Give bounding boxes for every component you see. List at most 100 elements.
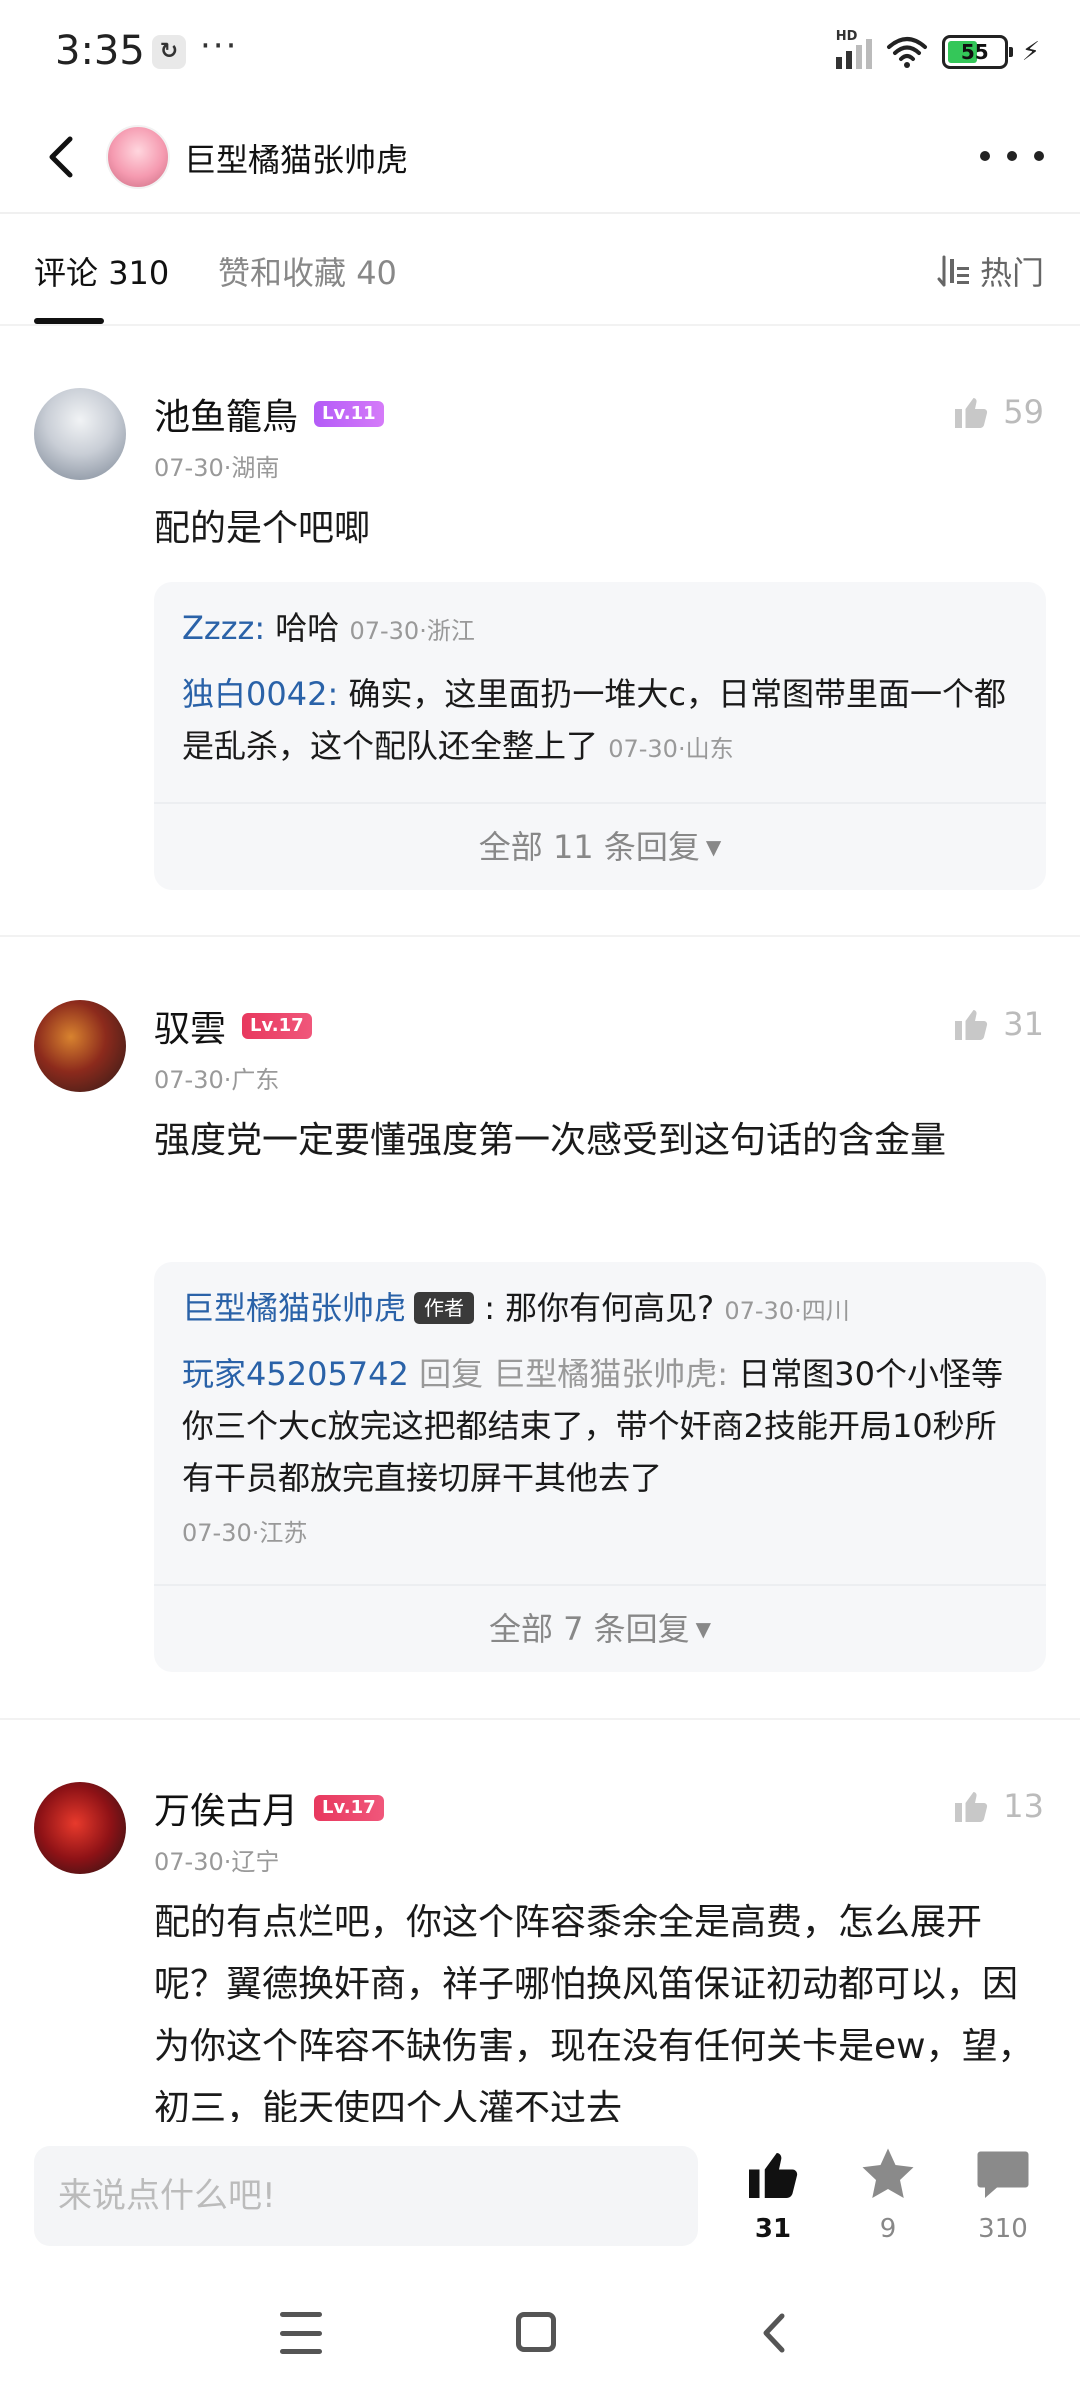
comment-location: 广东: [231, 1066, 280, 1094]
author-tag: 作者: [414, 1292, 475, 1324]
reply-text: 那你有何高见?: [505, 1289, 715, 1327]
thumbs-up-icon: [955, 398, 988, 428]
reply-author[interactable]: 玩家45205742: [182, 1355, 409, 1393]
comment-location: 湖南: [231, 454, 280, 482]
favorite-count: 9: [879, 2214, 897, 2244]
system-nav-bar: [0, 2272, 1080, 2400]
reply-author[interactable]: Zzzz: [182, 609, 254, 647]
thumbs-up-icon: [749, 2153, 798, 2198]
battery-icon: 55: [941, 35, 1013, 69]
notification-dots: ···: [200, 26, 239, 66]
comment-author-name[interactable]: 池鱼籠鳥: [154, 388, 298, 440]
comment-meta: 07-30·辽宁: [154, 1848, 280, 1876]
comment-author: 万俟古月 Lv.17: [154, 1782, 384, 1834]
bottom-action-bar: 来说点什么吧! 31 9 310: [0, 2122, 1080, 2272]
header: 巨型橘猫张帅虎: [0, 105, 1080, 210]
status-bar: 3:35 ↻ ··· HD 55 ⚡: [0, 0, 1080, 105]
comment-meta: 07-30·湖南: [154, 454, 280, 482]
reply-author[interactable]: 巨型橘猫张帅虎: [182, 1289, 406, 1327]
sort-label: 热门: [979, 254, 1044, 292]
reply-location: 四川: [801, 1297, 850, 1325]
caret-down-icon: ▼: [705, 835, 722, 859]
author-name[interactable]: 巨型橘猫张帅虎: [184, 135, 408, 181]
sort-icon: [937, 255, 969, 287]
reply-location: 山东: [685, 735, 734, 763]
reply-author[interactable]: 独白0042: [182, 675, 327, 713]
view-all-replies-label: 全部 7 条回复: [488, 1610, 690, 1648]
avatar[interactable]: [34, 1782, 126, 1874]
charging-icon: ⚡: [1021, 37, 1040, 67]
thumbs-up-icon: [955, 1010, 988, 1040]
battery-level: 55: [960, 40, 989, 64]
reply-date: 07-30: [349, 617, 420, 645]
like-count: 13: [1003, 1787, 1044, 1825]
tab-likes-label: 赞和收藏: [218, 254, 347, 292]
reply-item[interactable]: Zzzz: 哈哈 07-30·浙江: [182, 602, 1018, 657]
level-badge: Lv.17: [314, 1795, 384, 1821]
comment-author-name[interactable]: 万俟古月: [154, 1782, 298, 1834]
recent-apps-icon[interactable]: [280, 2312, 322, 2354]
comment-button[interactable]: 310: [948, 2144, 1058, 2244]
status-icons: HD 55 ⚡: [835, 29, 1040, 72]
divider: [0, 324, 1080, 326]
tab-comments-label: 评论: [34, 254, 99, 292]
reply-date: 07-30: [182, 1519, 252, 1547]
comment-text: 配的是个吧唧: [154, 508, 371, 549]
comment-count: 310: [978, 2214, 1028, 2244]
tab-bar: 评论 310 赞和收藏 40 热门: [0, 214, 1080, 324]
reply-item[interactable]: 巨型橘猫张帅虎 作者 : 那你有何高见? 07-30·四川: [182, 1282, 1018, 1337]
more-options-icon[interactable]: [980, 131, 1044, 181]
tab-comments[interactable]: 评论 310: [34, 248, 169, 294]
tab-likes-count: 40: [356, 254, 397, 292]
reply-box: 巨型橘猫张帅虎 作者 : 那你有何高见? 07-30·四川 玩家45205742 …: [154, 1262, 1046, 1672]
tab-comments-count: 310: [108, 254, 170, 292]
reply-date: 07-30: [608, 735, 678, 763]
caret-down-icon: ▼: [695, 1617, 712, 1641]
comment-author: 池鱼籠鳥 Lv.11: [154, 388, 384, 440]
reply-text: 哈哈: [275, 609, 340, 647]
reply-date: 07-30: [724, 1297, 795, 1325]
view-all-replies-button[interactable]: 全部 7 条回复 ▼: [154, 1604, 1046, 1650]
wifi-icon: [886, 37, 927, 68]
level-badge: Lv.17: [242, 1013, 312, 1039]
view-all-replies-label: 全部 11 条回复: [478, 828, 700, 866]
like-post-count: 31: [754, 2214, 792, 2244]
author-avatar[interactable]: [106, 125, 170, 189]
comment-date: 07-30: [154, 1848, 224, 1876]
like-button[interactable]: 13: [951, 1786, 1044, 1826]
avatar[interactable]: [34, 388, 126, 480]
favorite-button[interactable]: 9: [833, 2144, 943, 2244]
divider: [0, 935, 1080, 937]
divider: [0, 1718, 1080, 1720]
view-all-replies-button[interactable]: 全部 11 条回复 ▼: [154, 822, 1046, 868]
reply-item[interactable]: 玩家45205742 回复 巨型橘猫张帅虎: 日常图30个小怪等你三个大c放完这…: [182, 1348, 1018, 1559]
comment-author-name[interactable]: 驭雲: [154, 1000, 226, 1052]
tab-likes-favorites[interactable]: 赞和收藏 40: [218, 248, 397, 294]
thumbs-up-icon: [955, 1792, 988, 1822]
like-button[interactable]: 31: [951, 1004, 1044, 1044]
star-icon: [862, 2148, 914, 2198]
comment-meta: 07-30·广东: [154, 1066, 280, 1094]
like-count: 59: [1003, 393, 1044, 431]
sort-button[interactable]: 热门: [936, 248, 1044, 294]
reply-location: 江苏: [259, 1519, 308, 1547]
divider: [154, 1584, 1046, 1586]
comment-date: 07-30: [154, 454, 224, 482]
avatar[interactable]: [34, 1000, 126, 1092]
system-back-icon[interactable]: [750, 2308, 800, 2358]
reply-location: 浙江: [426, 617, 475, 645]
like-post-button[interactable]: 31: [718, 2144, 828, 2244]
home-icon[interactable]: [516, 2312, 556, 2352]
network-type: HD: [835, 29, 858, 44]
divider: [154, 802, 1046, 804]
reply-box: Zzzz: 哈哈 07-30·浙江 独白0042: 确实，这里面扔一堆大c，日常…: [154, 582, 1046, 890]
like-button[interactable]: 59: [951, 392, 1044, 432]
reply-to-label: 回复: [419, 1355, 484, 1393]
reply-to-name[interactable]: 巨型橘猫张帅虎: [493, 1355, 717, 1393]
comment-text: 配的有点烂吧，你这个阵容黍余全是高费，怎么展开呢？翼德换奸商，祥子哪怕换风笛保证…: [154, 1902, 1034, 2129]
comment-input[interactable]: 来说点什么吧!: [34, 2146, 698, 2246]
comment-location: 辽宁: [231, 1848, 280, 1876]
back-arrow-icon[interactable]: [34, 127, 94, 187]
signal-icon: HD: [835, 29, 872, 69]
reply-item[interactable]: 独白0042: 确实，这里面扔一堆大c，日常图带里面一个都是乱杀，这个配队还全整…: [182, 668, 1018, 775]
